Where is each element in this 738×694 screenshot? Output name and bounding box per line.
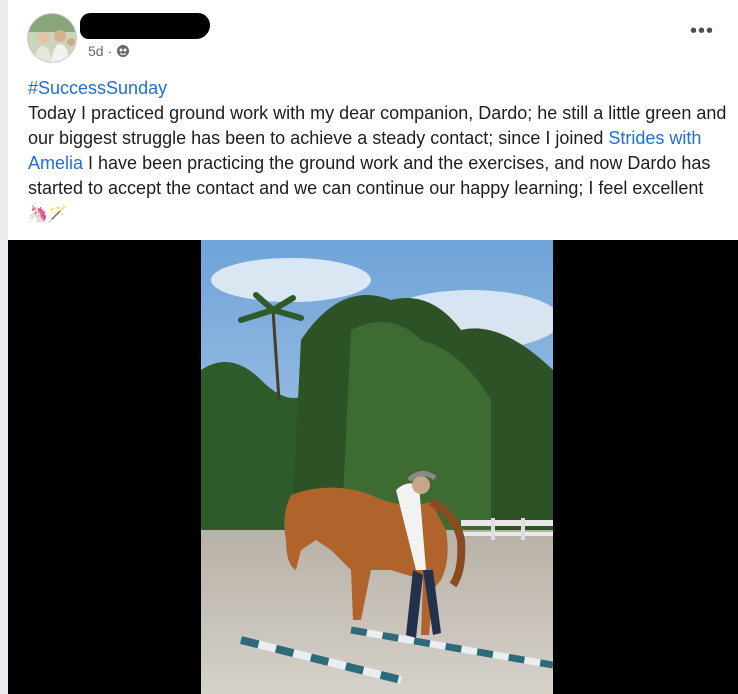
post-body-2: I have been practicing the ground work a… — [28, 153, 711, 198]
post-header: 5d · ••• — [8, 0, 738, 70]
avatar[interactable] — [27, 13, 77, 63]
redacted-name — [80, 13, 210, 39]
hashtag-link[interactable]: #SuccessSunday — [28, 78, 167, 98]
post-timestamp[interactable]: 5d — [88, 43, 104, 59]
post-card: 5d · ••• #SuccessSunday Today I practice… — [8, 0, 738, 694]
video-frame[interactable] — [201, 240, 553, 694]
post-emojis: 🦄🪄 — [28, 206, 68, 223]
video-player[interactable] — [8, 240, 738, 694]
globe-icon — [116, 44, 130, 58]
meta-separator: · — [107, 43, 113, 59]
more-options-icon[interactable]: ••• — [690, 21, 714, 41]
post-meta: 5d · — [88, 43, 130, 59]
post-text: #SuccessSunday Today I practiced ground … — [28, 76, 728, 227]
